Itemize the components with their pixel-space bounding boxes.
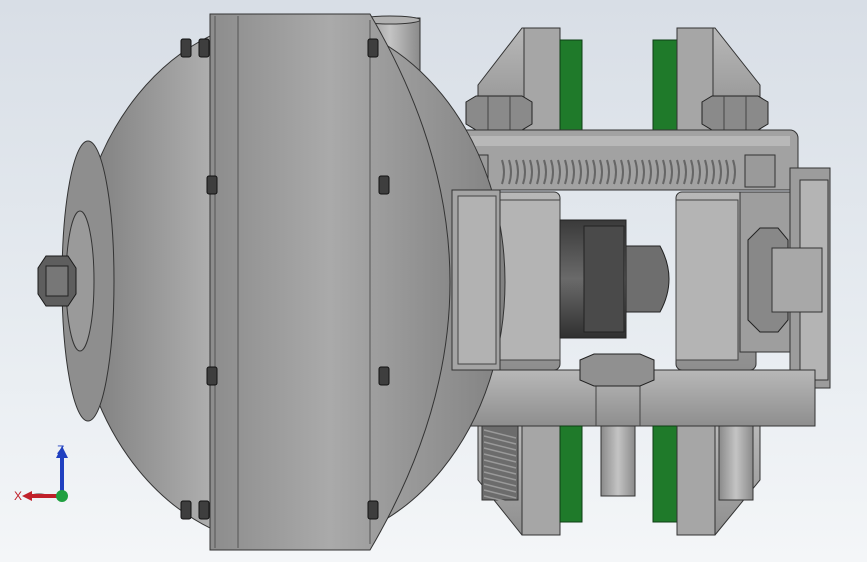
brake-pad-left-top (559, 39, 583, 136)
mounting-bolt (180, 500, 192, 520)
mounting-bolt (180, 38, 192, 58)
brake-pad-left-bottom (559, 425, 583, 523)
graphics-viewport[interactable]: Z X (0, 0, 867, 562)
housing-dome (61, 13, 506, 551)
mounting-bolt (206, 175, 218, 195)
y-axis-dot (56, 490, 68, 502)
hex-nut-upper-left (465, 95, 533, 131)
x-axis-arrow (22, 491, 32, 501)
hex-nut-left-end (37, 255, 77, 307)
brake-pad-right-bottom (652, 425, 678, 523)
x-axis-label: X (14, 489, 22, 503)
mounting-bolt (198, 38, 210, 58)
z-axis-label: Z (57, 443, 64, 457)
mounting-bolt (378, 366, 390, 386)
mounting-bolt (206, 366, 218, 386)
mounting-bolt (367, 38, 379, 58)
hex-nut-base (579, 353, 655, 387)
mounting-bolt (198, 500, 210, 520)
actuator-shaft (559, 219, 670, 339)
coordinate-triad: Z X (14, 443, 68, 503)
brake-assembly-model[interactable] (0, 0, 867, 562)
mounting-bolt (367, 500, 379, 520)
braided-cable (481, 425, 519, 505)
mounting-bolt (378, 175, 390, 195)
hex-nut-upper-right (701, 95, 769, 131)
brake-pad-right-top (652, 39, 678, 136)
